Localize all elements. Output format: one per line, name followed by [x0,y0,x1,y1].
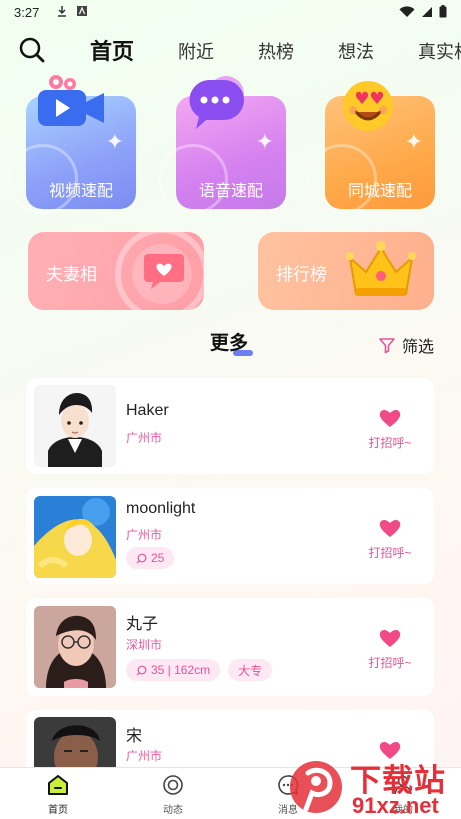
age-tag-text: 25 [151,551,165,565]
user-city: 广州市 [126,528,163,542]
heart-icon [379,629,401,647]
user-name: moonlight [126,500,196,517]
bottom-tab-home-label: 首页 [48,805,68,816]
greet-label: 打招呼~ [368,436,412,450]
voice-match-label: 语音速配 [198,183,263,200]
bottom-tab-home[interactable]: 首页 [28,774,88,816]
heart-eyes-emoji-icon [343,81,393,131]
avatar [34,385,116,467]
app-notification-icon [77,6,87,16]
photo-avatar [34,717,116,768]
status-bar: 3:27 [0,0,461,26]
section-title: 更多 [210,333,249,354]
filter-button[interactable]: 筛选 [378,333,434,357]
chat-bubble-icon [189,76,244,129]
tab-nearby[interactable]: 附近 [178,38,214,64]
user-city: 广州市 [126,749,163,763]
video-camera-icon [38,75,104,126]
tab-ideas[interactable]: 想法 [338,38,374,64]
user-name: 宋 [126,728,143,745]
cartoon-avatar-illustration [34,385,116,467]
user-name: 丸子 [126,616,159,633]
user-city: 广州市 [126,431,163,445]
avatar [34,606,116,688]
avatar [34,717,116,768]
couple-face-label: 夫妻相 [46,265,97,284]
video-match-label: 视频速配 [48,183,113,200]
greet-label: 打招呼~ [368,656,412,670]
education-tag: 大专 [228,659,273,681]
greet-button[interactable]: 打招呼~ [360,628,420,671]
avatar [34,496,116,578]
chat-search-icon [136,553,147,563]
crown-icon [346,241,416,296]
ranking-card[interactable]: 排行榜 [258,232,434,310]
filter-icon [379,338,395,354]
home-icon [48,775,68,795]
age-height-tag: 35 | 162cm [126,659,221,681]
bottom-tab-moments-label: 动态 [163,805,183,816]
bottom-tab-moments[interactable]: 动态 [143,774,203,816]
tab-hot-list[interactable]: 热榜 [258,38,294,64]
photo-avatar [34,606,116,688]
heart-message-icon [144,254,184,289]
age-height-tag-text: 35 | 162cm [151,663,211,677]
heart-icon [379,409,401,427]
couple-face-card[interactable]: 夫妻相 [28,232,204,310]
heart-icon [379,519,401,537]
greet-button[interactable]: 打招呼~ [360,518,420,561]
greet-label: 打招呼~ [368,546,412,560]
watermark-url: 91xz.net [352,793,439,818]
top-nav: 首页 附近 热榜 想法 真实相 [0,30,461,70]
user-card[interactable]: 丸子 深圳市 35 | 162cm 大专 打招呼~ [26,598,434,696]
ranking-label: 排行榜 [276,265,327,284]
download-icon [58,6,66,17]
user-city: 深圳市 [126,638,163,652]
user-card[interactable]: Haker 广州市 打招呼~ [26,378,434,474]
wifi-icon [399,5,415,17]
illustrated-girl-avatar [34,496,116,578]
sparkle-icon: ✦ [255,130,274,155]
sparkle-icon: ✦ [404,130,423,155]
watermark-logo [290,761,342,813]
moments-icon [163,775,183,795]
signal-icon [422,6,432,17]
greet-button[interactable]: 打招呼~ [360,408,420,451]
age-tag: 25 [126,547,175,569]
site-watermark: 下载站 91xz.net [288,755,461,819]
tab-home[interactable]: 首页 [90,34,134,66]
sparkle-icon: ✦ [105,130,124,155]
tab-real-photo[interactable]: 真实相 [418,38,461,64]
filter-label: 筛选 [402,339,435,356]
user-tags: 35 | 162cm 大专 [126,659,273,681]
user-tags: 25 [126,547,175,569]
battery-icon [439,5,447,18]
status-time: 3:27 [14,5,40,20]
chat-search-icon [136,665,147,675]
education-tag-text: 大专 [238,663,263,678]
user-name: Haker [126,402,169,419]
user-card[interactable]: moonlight 广州市 25 打招呼~ [26,488,434,584]
search-icon[interactable] [18,36,46,64]
local-match-label: 同城速配 [347,183,412,200]
